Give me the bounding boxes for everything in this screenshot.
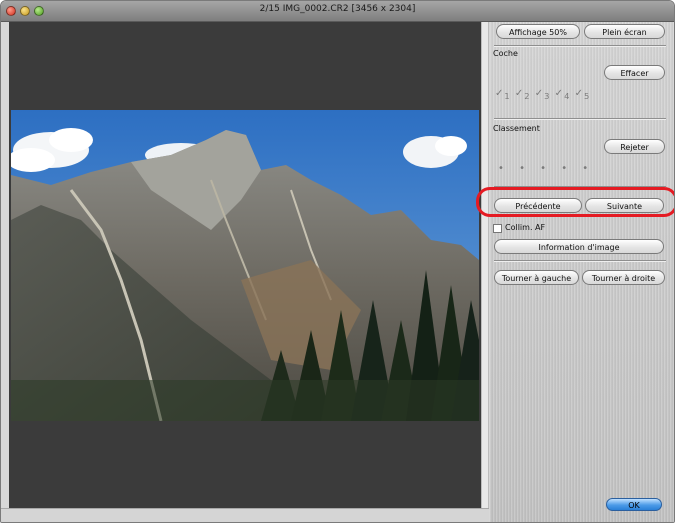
check-mark-3[interactable]: ✓3 [535,88,551,101]
clear-button[interactable]: Effacer [604,65,665,80]
rotate-left-button[interactable]: Tourner à gauche [494,270,579,285]
panel-splitter[interactable] [481,22,489,512]
af-points-label: Collim. AF [505,223,546,232]
separator [494,118,666,120]
reject-button[interactable]: Rejeter [604,139,665,154]
ok-button[interactable]: OK [606,498,662,511]
window-title: 2/15 IMG_0002.CR2 [3456 x 2304] [259,4,416,14]
separator [494,45,666,47]
mountain-photo [11,110,479,421]
check-marks[interactable]: ✓1 ✓2 ✓3 ✓4 ✓5 [495,88,590,101]
check-mark-5[interactable]: ✓5 [575,88,591,101]
separator [494,260,666,262]
rating-stars[interactable]: • • • • • [498,163,594,174]
title-bar[interactable]: 2/15 IMG_0002.CR2 [3456 x 2304] [1,1,674,22]
af-points-checkbox[interactable] [493,224,502,233]
image-info-button[interactable]: Information d'image [494,239,664,254]
check-mark-1[interactable]: ✓1 [495,88,511,101]
view-50-button[interactable]: Affichage 50% [496,24,580,39]
photo-image [11,110,479,421]
control-panel: Affichage 50% Plein écran Coche Effacer … [490,22,674,522]
bottom-bar [1,508,489,522]
rating-section-label: Classement [493,124,540,133]
fullscreen-button[interactable]: Plein écran [584,24,665,39]
rotate-right-button[interactable]: Tourner à droite [582,270,665,285]
check-section-label: Coche [493,49,518,58]
check-mark-2[interactable]: ✓2 [515,88,531,101]
check-mark-4[interactable]: ✓4 [555,88,571,101]
image-viewer-window: 2/15 IMG_0002.CR2 [3456 x 2304] Affichag… [0,0,675,523]
navigation-highlight-annotation [476,187,674,217]
